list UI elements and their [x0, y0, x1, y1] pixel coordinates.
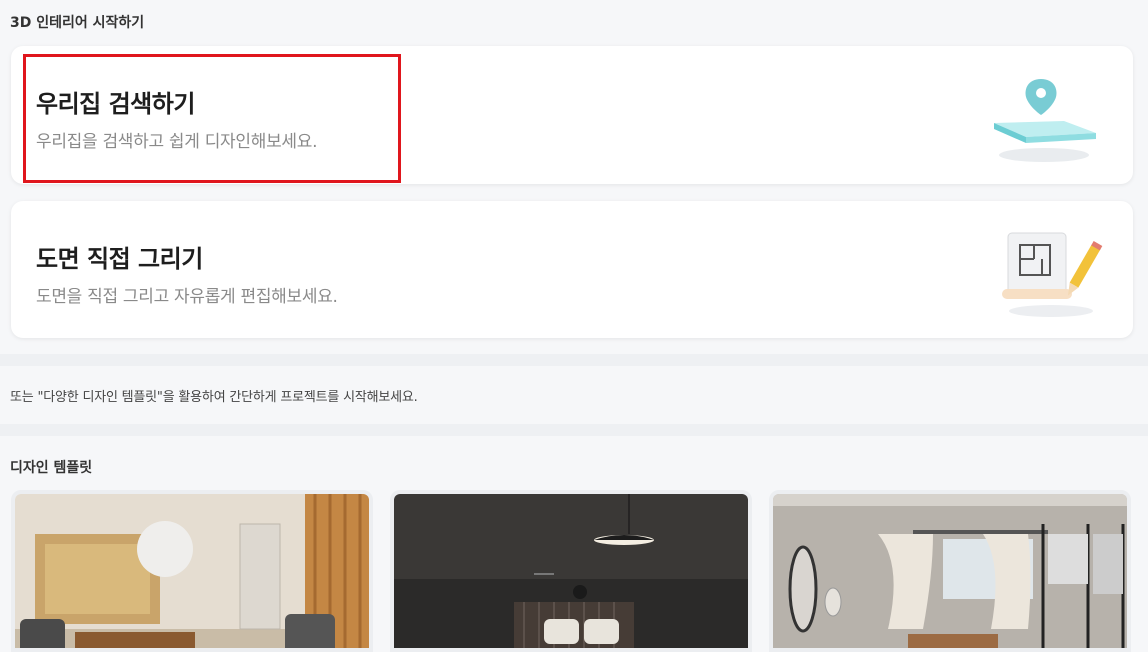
- living-room-template-image: [15, 494, 369, 648]
- template-card-living-room[interactable]: [11, 490, 373, 652]
- draw-floorplan-subtitle: 도면을 직접 그리고 자유롭게 편집해보세요.: [36, 287, 338, 307]
- templates-title: 디자인 템플릿: [10, 460, 93, 476]
- draw-floorplan-card[interactable]: 도면 직접 그리기 도면을 직접 그리고 자유롭게 편집해보세요.: [11, 201, 1133, 338]
- divider-band-bottom: [0, 424, 1148, 436]
- highlight-box: [23, 54, 401, 183]
- divider-band-top: [0, 354, 1148, 366]
- page-header-title: 3D 인테리어 시작하기: [10, 15, 145, 31]
- template-card-bedroom[interactable]: [390, 490, 752, 652]
- map-pin-phone-icon: [986, 71, 1106, 171]
- floorplan-pencil-icon: [996, 223, 1106, 323]
- draw-floorplan-title: 도면 직접 그리기: [36, 245, 203, 273]
- template-hint-text: 또는 "다양한 디자인 템플릿"을 활용하여 간단하게 프로젝트를 시작해보세요…: [10, 390, 418, 405]
- dressing-room-template-image: [773, 494, 1127, 648]
- bedroom-template-image: [394, 494, 748, 648]
- template-card-dressing-room[interactable]: [769, 490, 1131, 652]
